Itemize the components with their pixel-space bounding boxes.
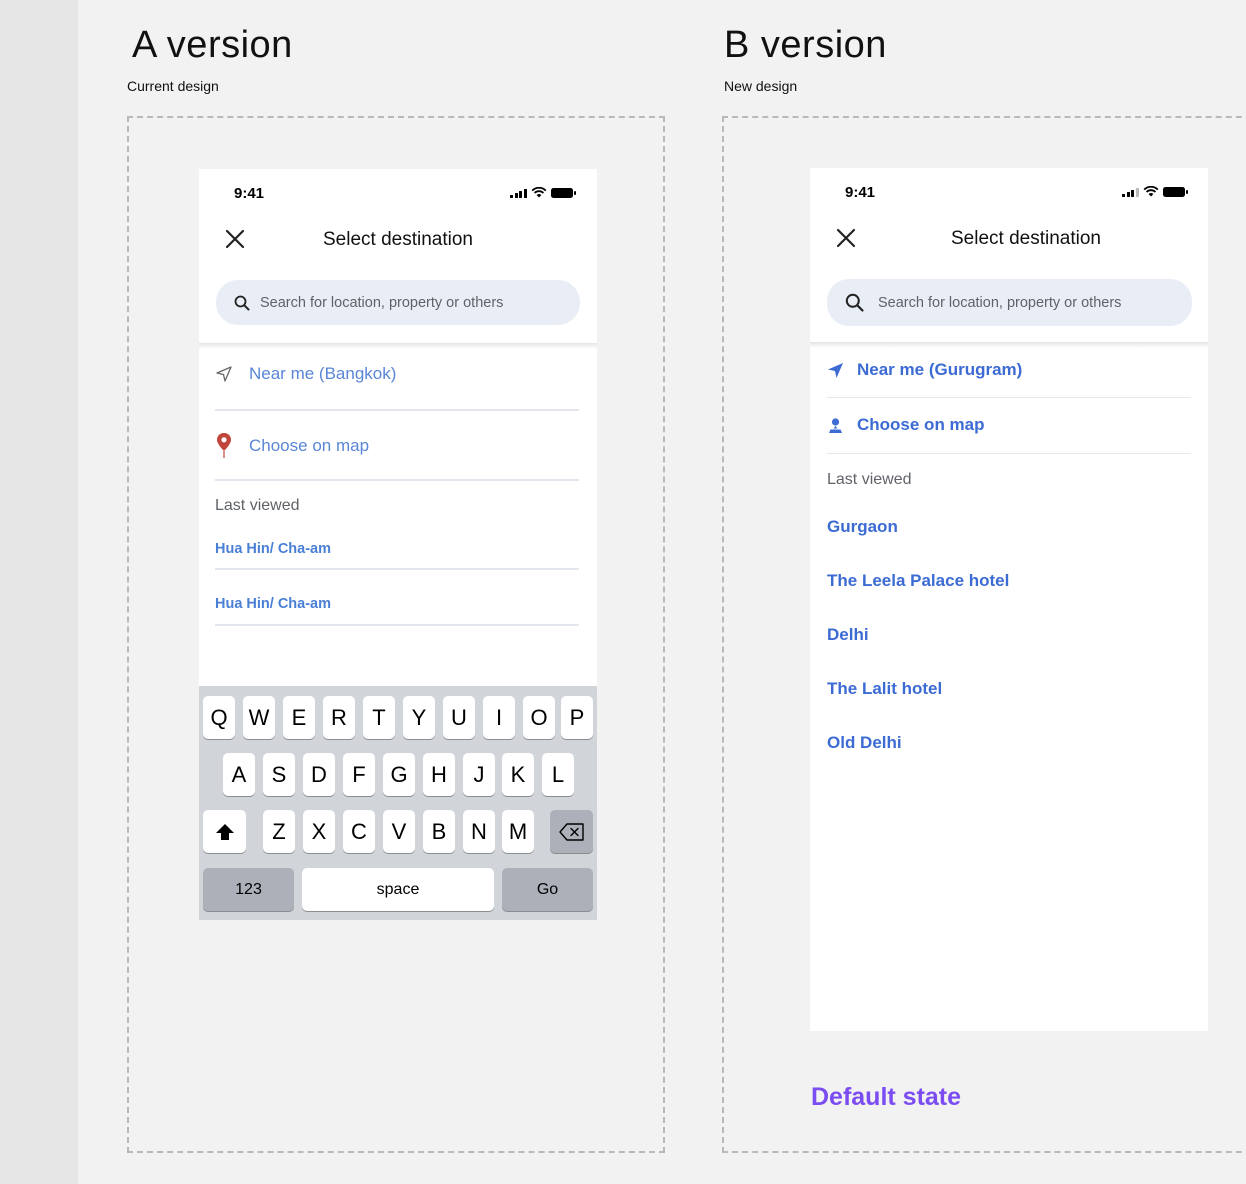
last-viewed-item[interactable]: The Leela Palace hotel	[827, 571, 1009, 591]
key-y[interactable]: Y	[403, 696, 435, 739]
key-c[interactable]: C	[343, 810, 375, 853]
choose-on-map-option[interactable]: Choose on map	[827, 413, 1191, 437]
wifi-icon	[1143, 186, 1158, 197]
search-icon	[845, 293, 864, 312]
backspace-icon	[558, 822, 584, 841]
version-a-heading: A version	[132, 24, 293, 66]
battery-icon	[1162, 186, 1188, 197]
choose-on-map-label: Choose on map	[249, 436, 370, 455]
search-input[interactable]: Search for location, property or others	[216, 280, 580, 325]
go-key[interactable]: Go	[502, 868, 593, 911]
state-label: Default state	[811, 1083, 962, 1111]
key-t[interactable]: T	[363, 696, 395, 739]
key-f[interactable]: F	[343, 753, 375, 796]
key-h[interactable]: H	[423, 753, 455, 796]
key-s[interactable]: S	[263, 753, 295, 796]
key-r[interactable]: R	[323, 696, 355, 739]
status-icons	[1122, 186, 1188, 197]
cellular-signal-icon	[510, 188, 527, 198]
map-person-pin-icon	[829, 417, 842, 433]
divider	[215, 409, 579, 411]
near-me-option[interactable]: Near me (Bangkok)	[215, 362, 579, 386]
header-divider	[810, 342, 1208, 348]
version-a-subheading: Current design	[127, 78, 219, 94]
last-viewed-item[interactable]: Old Delhi	[827, 733, 902, 753]
last-viewed-item[interactable]: Delhi	[827, 625, 869, 645]
key-z[interactable]: Z	[263, 810, 295, 853]
divider	[215, 568, 579, 570]
last-viewed-heading: Last viewed	[827, 471, 912, 488]
version-b-heading: B version	[724, 24, 887, 66]
search-icon	[234, 295, 250, 310]
key-w[interactable]: W	[243, 696, 275, 739]
near-me-label: Near me (Gurugram)	[857, 360, 1023, 379]
key-p[interactable]: P	[561, 696, 593, 739]
header-divider	[199, 343, 597, 349]
battery-icon	[550, 187, 576, 198]
divider	[827, 397, 1191, 398]
key-j[interactable]: J	[463, 753, 495, 796]
map-pin-icon	[217, 433, 231, 458]
keyboard: Q W E R T Y U I O P A S D F G H J K L Z …	[199, 686, 597, 920]
version-b-subheading: New design	[724, 78, 798, 94]
key-a[interactable]: A	[223, 753, 255, 796]
key-v[interactable]: V	[383, 810, 415, 853]
version-b-phone: 9:41 Select destination Search for locat…	[810, 168, 1208, 1031]
search-input[interactable]: Search for location, property or others	[827, 279, 1192, 326]
key-o[interactable]: O	[523, 696, 555, 739]
last-viewed-heading: Last viewed	[215, 497, 300, 514]
key-m[interactable]: M	[502, 810, 534, 853]
key-k[interactable]: K	[502, 753, 534, 796]
status-icons	[510, 187, 576, 198]
key-l[interactable]: L	[542, 753, 574, 796]
page-title: Select destination	[323, 229, 473, 250]
divider	[827, 453, 1191, 454]
last-viewed-item[interactable]: Hua Hin/ Cha-am	[215, 596, 331, 612]
status-time: 9:41	[234, 185, 265, 202]
shift-arrow-icon	[215, 823, 234, 840]
near-me-label: Near me (Bangkok)	[249, 364, 397, 383]
space-key[interactable]: space	[302, 868, 494, 911]
left-side-strip	[0, 0, 78, 1184]
key-e[interactable]: E	[283, 696, 315, 739]
last-viewed-item[interactable]: Hua Hin/ Cha-am	[215, 541, 331, 557]
divider	[215, 624, 579, 626]
navigation-arrow-icon	[216, 366, 232, 382]
key-i[interactable]: I	[483, 696, 515, 739]
key-b[interactable]: B	[423, 810, 455, 853]
choose-on-map-option[interactable]: Choose on map	[215, 431, 579, 461]
cellular-signal-icon	[1122, 187, 1139, 197]
navigation-arrow-icon	[828, 362, 843, 378]
key-n[interactable]: N	[463, 810, 495, 853]
key-q[interactable]: Q	[203, 696, 235, 739]
last-viewed-item[interactable]: Gurgaon	[827, 517, 898, 537]
near-me-option[interactable]: Near me (Gurugram)	[827, 358, 1191, 382]
status-time: 9:41	[845, 184, 876, 201]
choose-on-map-label: Choose on map	[857, 415, 985, 434]
wifi-icon	[531, 187, 546, 198]
key-d[interactable]: D	[303, 753, 335, 796]
numbers-key[interactable]: 123	[203, 868, 294, 911]
key-u[interactable]: U	[443, 696, 475, 739]
shift-key[interactable]	[203, 810, 246, 853]
search-placeholder: Search for location, property or others	[878, 294, 1122, 311]
version-a-phone: 9:41 Select destination Search for locat…	[199, 169, 597, 920]
backspace-key[interactable]	[550, 810, 593, 853]
page-title: Select destination	[951, 228, 1101, 249]
key-x[interactable]: X	[303, 810, 335, 853]
key-g[interactable]: G	[383, 753, 415, 796]
search-placeholder: Search for location, property or others	[260, 294, 504, 311]
divider	[215, 479, 579, 481]
last-viewed-item[interactable]: The Lalit hotel	[827, 679, 942, 699]
